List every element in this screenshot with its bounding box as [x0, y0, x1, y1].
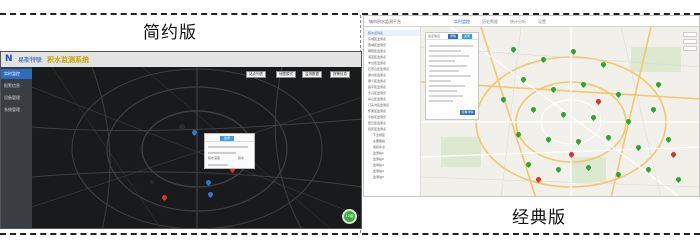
dark-map-roads: [32, 67, 361, 228]
panel-text-line: [429, 45, 473, 47]
station-popup[interactable]: 监测 积水深度 积水: [204, 133, 255, 169]
panel-text-line: [429, 75, 471, 77]
panel-text-line: [429, 95, 463, 97]
panel-text-line: [429, 60, 455, 62]
panel-detail-button[interactable]: 详情: [448, 34, 459, 39]
view-detail-button[interactable]: 查看详情: [460, 110, 475, 115]
company-name: 易斯特联: [18, 57, 43, 64]
panel-close-button[interactable]: 关闭: [462, 34, 473, 39]
sidebar-tree: 积水点列表 东城区监测点 西城区监测点 朝阳区监测点 海淀区监测点 丰台区监测点…: [364, 27, 421, 196]
tab-statistics[interactable]: 统计分析: [510, 19, 526, 25]
panel-text-line: [429, 55, 469, 57]
panel-text-line: [429, 90, 457, 92]
panel-text-line: [429, 65, 467, 67]
toolbar-button-site-list[interactable]: 站点列表: [246, 71, 266, 78]
panel-text-line: [429, 70, 459, 72]
panel-text-line: [429, 50, 461, 52]
simple-version-screenshot: N 易斯特联 积水监测系统 实时监控 报警信息 设备管理 系统管理 站点列表 地…: [0, 51, 362, 229]
toolbar-button-map-mode[interactable]: 地图模式: [276, 71, 296, 78]
sidebar-item-devices[interactable]: 设备管理: [1, 93, 32, 103]
map-tool-button[interactable]: [683, 32, 697, 37]
popup-text-line: [208, 146, 248, 148]
tab-history[interactable]: 历史数据: [482, 19, 498, 25]
panel-text-line: [429, 80, 451, 82]
station-info-panel[interactable]: 站点信息 详情 关闭 查看详情: [425, 32, 479, 120]
popup-label-right: 积水: [238, 156, 245, 160]
sidebar-item[interactable]: 监测站5: [364, 174, 420, 180]
classic-version-screenshot: 城市积水监测平台 实时监控 历史数据 统计分析 设置 积水点列表 东城区监测点 …: [363, 15, 700, 197]
sidebar-item-alarms[interactable]: 报警信息: [1, 81, 32, 91]
popup-text-line: [208, 152, 236, 154]
company-logo: N: [5, 54, 13, 64]
bottom-dashed-divider: [0, 233, 700, 235]
popup-text-line: [208, 164, 228, 166]
simple-version-label: 简约版: [143, 23, 197, 43]
map-tool-button[interactable]: [683, 46, 697, 51]
map-tools: [683, 32, 697, 53]
dark-map[interactable]: 站点列表 地图模式 监测数据 报警信息 监测 积水深度 积水 12级: [32, 67, 361, 228]
panel-text-line: [429, 100, 453, 102]
toolbar-button-alarm-info[interactable]: 报警信息: [330, 71, 350, 78]
tab-realtime[interactable]: 实时监控: [454, 19, 470, 25]
app-header: 城市积水监测平台 实时监控 历史数据 统计分析 设置: [364, 16, 699, 27]
brand-title: 城市积水监测平台: [369, 19, 401, 24]
map-tool-button[interactable]: [683, 39, 697, 44]
app-title: 积水监测系统: [47, 56, 89, 64]
toolbar-button-monitor-data[interactable]: 监测数据: [302, 71, 322, 78]
classic-version-label: 经典版: [512, 208, 566, 228]
sidebar: 实时监控 报警信息 设备管理 系统管理: [1, 67, 32, 228]
tab-settings[interactable]: 设置: [538, 19, 546, 25]
popup-tag: 监测: [220, 136, 234, 141]
popup-label-left: 积水深度: [208, 156, 221, 160]
sidebar-item-system[interactable]: 系统管理: [1, 105, 32, 115]
comparison-canvas: 简约版 经典版 N 易斯特联 积水监测系统 实时监控 报警信息 设备管理 系统管…: [0, 0, 700, 241]
zoom-level-badge[interactable]: 12级: [342, 209, 357, 224]
sidebar-item-realtime[interactable]: 实时监控: [1, 69, 32, 79]
light-map[interactable]: 站点信息 详情 关闭 查看详情: [421, 27, 699, 196]
app-header: N 易斯特联 积水监测系统: [1, 52, 361, 67]
panel-text-line: [429, 85, 465, 87]
